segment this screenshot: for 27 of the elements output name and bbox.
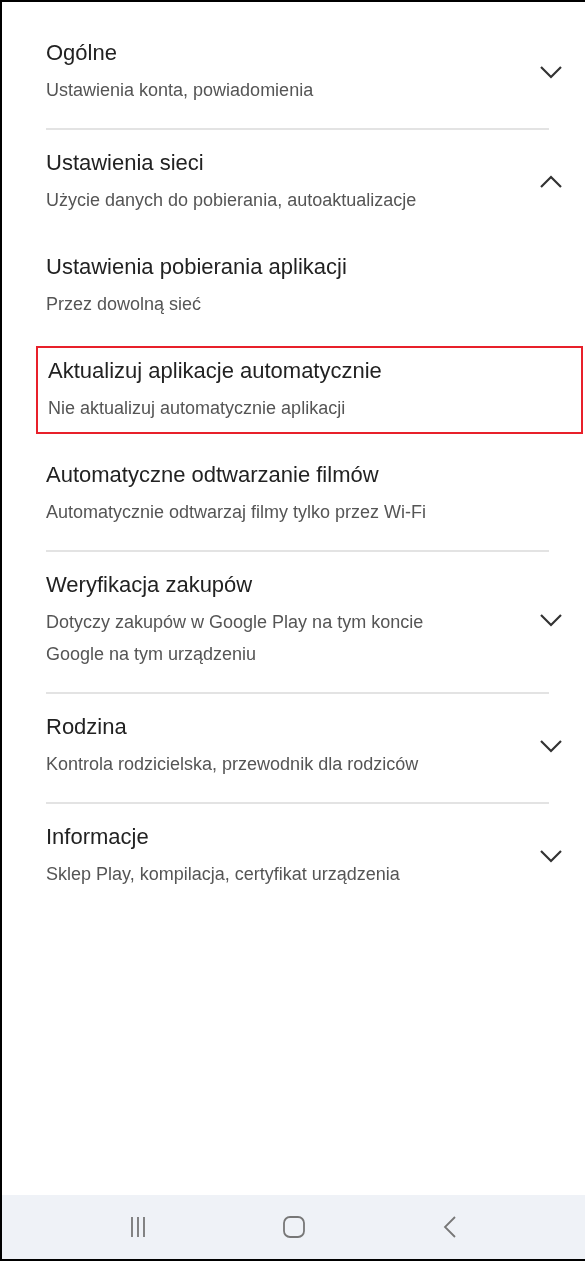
section-subtitle: Kontrola rodzicielska, przewodnik dla rodziców	[46, 753, 420, 776]
section-title: Ustawienia sieci	[46, 149, 205, 177]
setting-item[interactable]: Ustawienia pobierania aplikacji Przez dowolną sieć	[46, 242, 583, 330]
section-title: Weryfikacja zakupów	[46, 571, 254, 599]
section-title: Rodzina	[46, 713, 128, 741]
highlighted-setting-item[interactable]: Aktualizuj aplikacje automatycznie Nie aktualizuj automatycznie aplikacji	[36, 346, 583, 434]
chevron-down-icon[interactable]	[539, 849, 563, 863]
setting-subtitle: Automatycznie odtwarzaj filmy tylko przez Wi-Fi	[46, 501, 428, 524]
setting-title: Ustawienia pobierania aplikacji	[46, 253, 348, 281]
setting-title: Aktualizuj aplikacje automatycznie	[48, 357, 383, 385]
setting-item[interactable]: Automatyczne odtwarzanie filmów Automatycznie odtwarzaj filmy tylko przez Wi-Fi	[46, 450, 583, 538]
chevron-down-icon[interactable]	[539, 65, 563, 79]
section-title: Ogólne	[46, 39, 118, 67]
chevron-up-icon[interactable]	[539, 175, 563, 189]
home-icon[interactable]	[282, 1215, 307, 1239]
recent-apps-icon[interactable]	[130, 1216, 147, 1238]
section-subtitle: Użycie danych do pobierania, autoaktualizacje	[46, 189, 418, 212]
section-title: Informacje	[46, 823, 150, 851]
chevron-down-icon[interactable]	[539, 739, 563, 753]
section-subtitle: Sklep Play, kompilacja, certyfikat urządzenia	[46, 863, 401, 886]
section-subtitle: Dotyczy zakupów w Google Play na tym koncie Google na tym urządzeniu	[46, 611, 425, 666]
back-icon[interactable]	[442, 1216, 457, 1238]
setting-title: Automatyczne odtwarzanie filmów	[46, 461, 380, 489]
chevron-down-icon[interactable]	[539, 613, 563, 627]
setting-subtitle: Przez dowolną sieć	[46, 293, 203, 316]
setting-subtitle: Nie aktualizuj automatycznie aplikacji	[48, 397, 347, 420]
section-subtitle: Ustawienia konta, powiadomienia	[46, 79, 315, 102]
